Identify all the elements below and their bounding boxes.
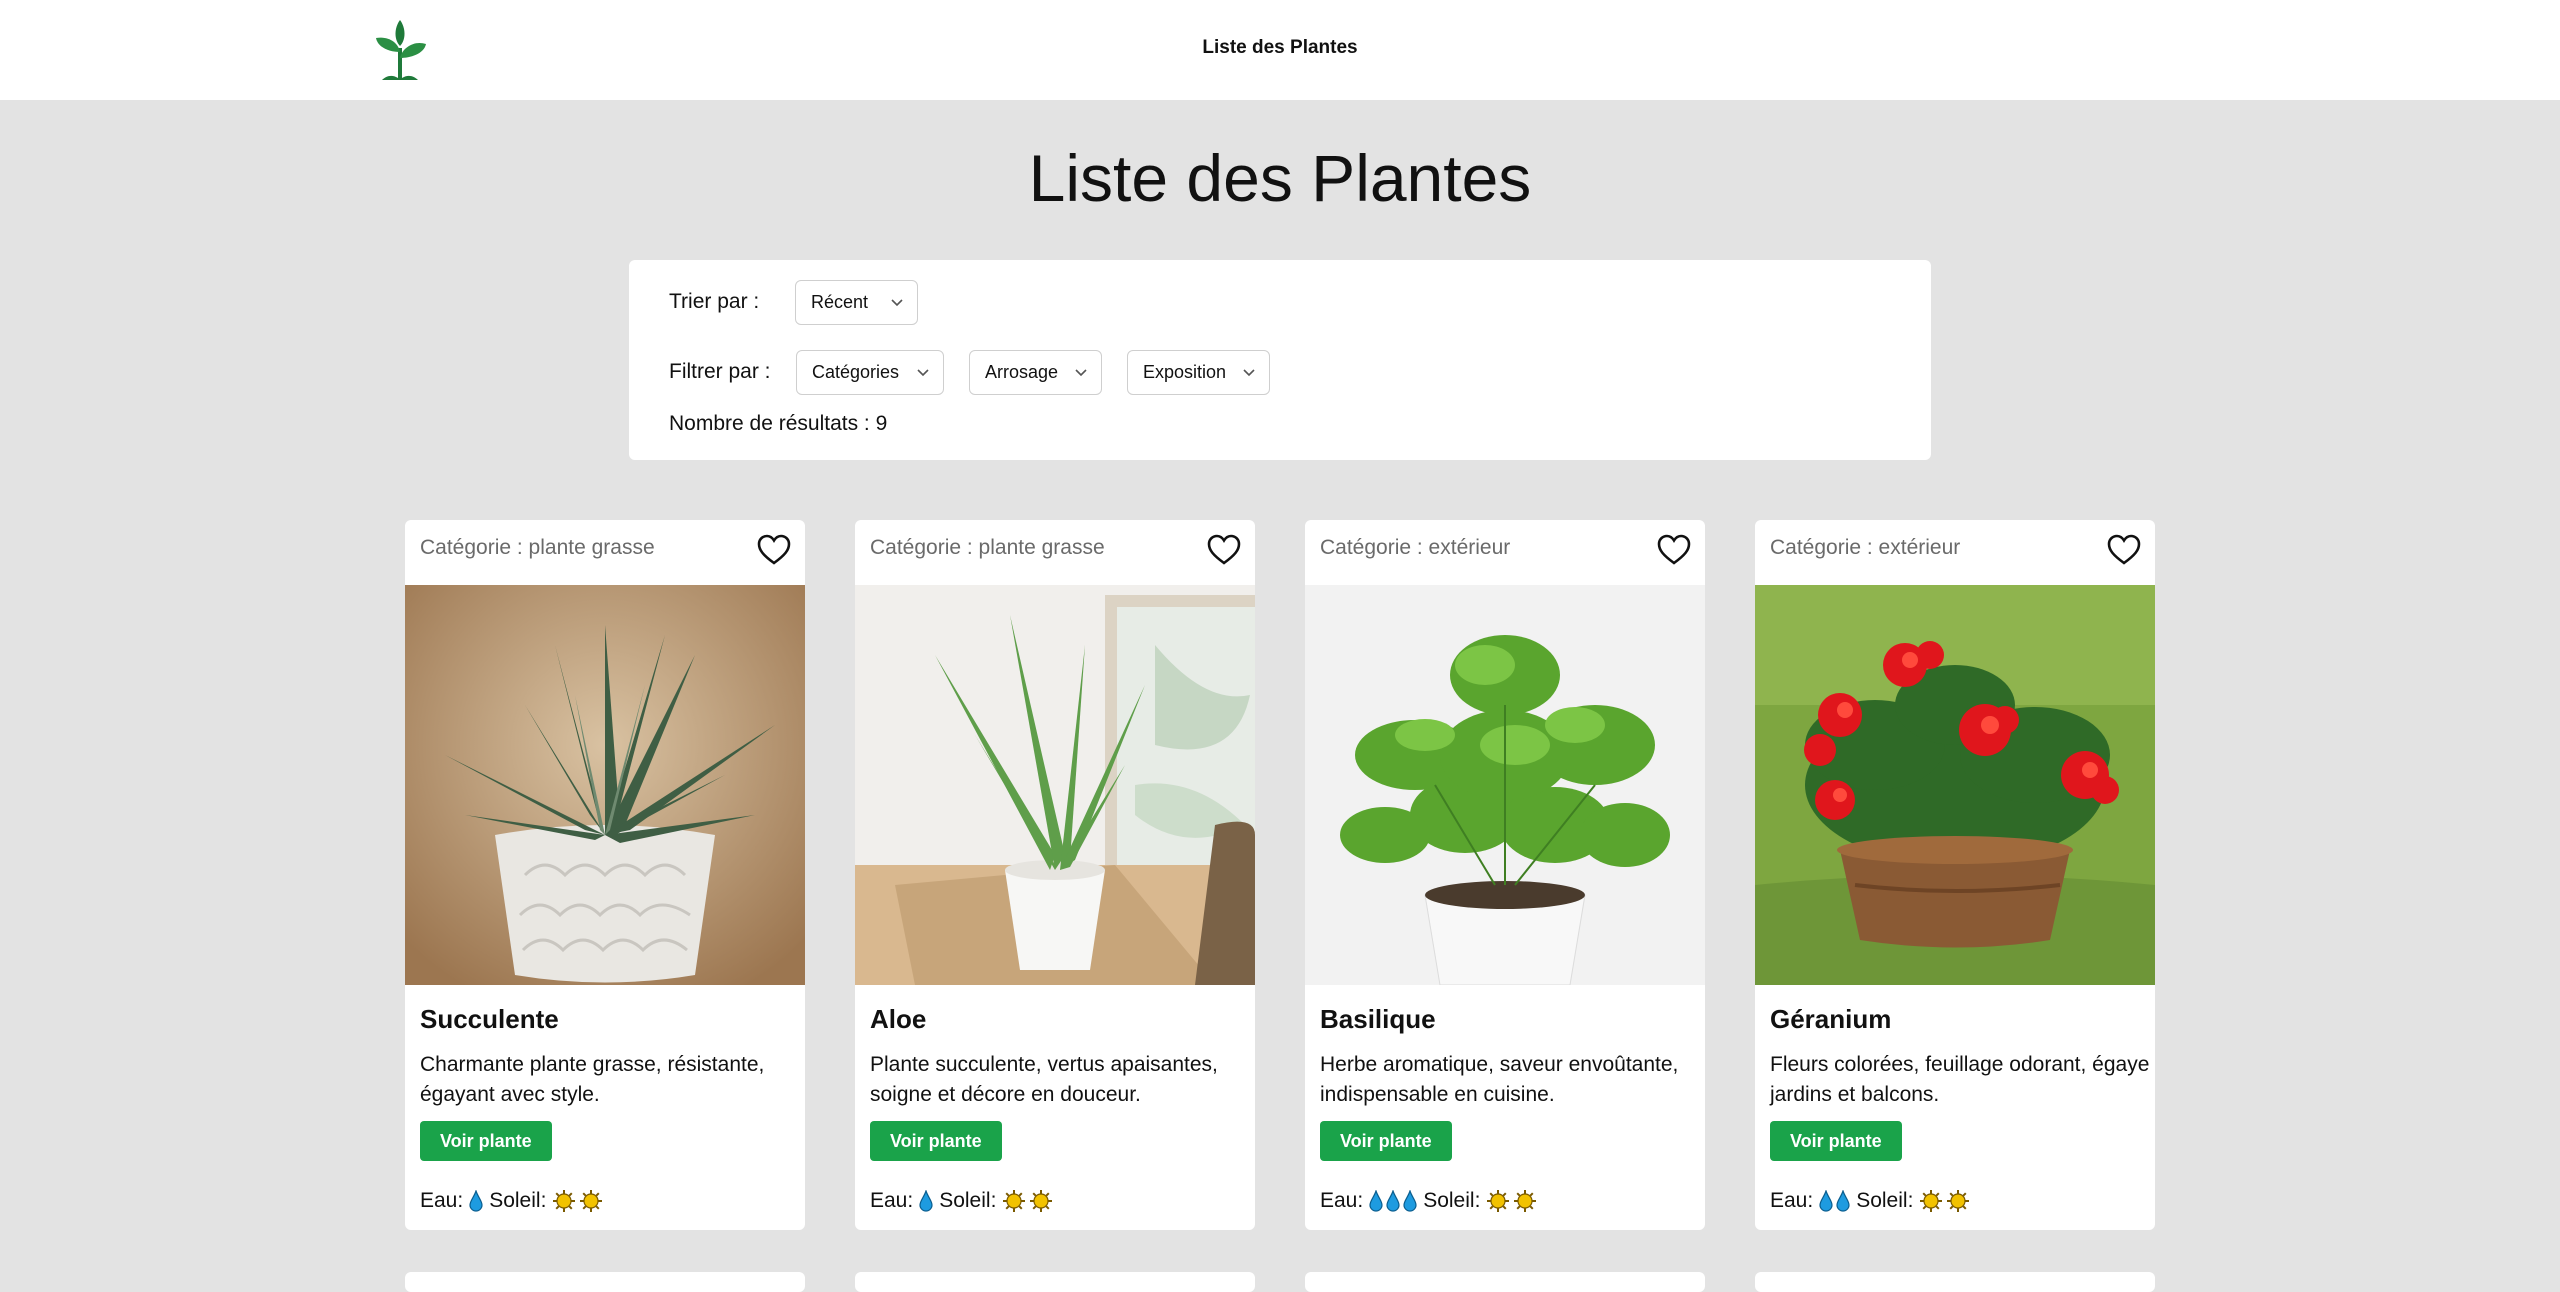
- heart-icon[interactable]: [757, 534, 791, 566]
- view-plant-button[interactable]: Voir plante: [1320, 1121, 1452, 1161]
- view-plant-button[interactable]: Voir plante: [1770, 1121, 1902, 1161]
- succulent-image: [405, 585, 805, 985]
- sun-label: Soleil:: [939, 1189, 997, 1212]
- watering-select-value: Arrosage: [985, 362, 1059, 382]
- sort-select-value: Récent: [811, 292, 869, 312]
- filter-label: Filtrer par :: [669, 360, 771, 383]
- plant-card-partial: [1755, 1272, 2155, 1292]
- care-info: Eau: Soleil:: [420, 1186, 603, 1216]
- sun-level: [1002, 1189, 1053, 1213]
- exposure-select[interactable]: Exposition: [1127, 350, 1270, 395]
- water-level: [1819, 1190, 1850, 1212]
- card-category: Catégorie : plante grasse: [870, 536, 1105, 559]
- water-drop-icon: [469, 1190, 483, 1212]
- card-category: Catégorie : plante grasse: [420, 536, 655, 559]
- card-description: Fleurs colorées, feuillage odorant, égay…: [1770, 1053, 2150, 1106]
- card-title: Succulente: [420, 1004, 559, 1034]
- water-drop-icon: [1819, 1190, 1833, 1212]
- exposure-select-value: Exposition: [1143, 362, 1227, 382]
- chevron-down-icon: [1243, 369, 1255, 377]
- water-drop-icon: [1386, 1190, 1400, 1212]
- card-category: Catégorie : extérieur: [1320, 536, 1511, 559]
- sun-icon: [1487, 1190, 1510, 1212]
- geranium-image: [1755, 585, 2155, 985]
- categories-select[interactable]: Catégories: [796, 350, 944, 395]
- card-category: Catégorie : extérieur: [1770, 536, 1961, 559]
- card-title: Basilique: [1320, 1004, 1436, 1034]
- sun-label: Soleil:: [1856, 1189, 1914, 1212]
- sort-label: Trier par :: [669, 290, 760, 313]
- water-label: Eau:: [1320, 1189, 1364, 1212]
- sun-icon: [553, 1190, 576, 1212]
- heart-icon[interactable]: [1207, 534, 1241, 566]
- card-title: Aloe: [870, 1004, 927, 1034]
- filter-panel: Trier par : Récent Filtrer par : Catégor…: [629, 260, 1931, 460]
- care-info: Eau: Soleil:: [1320, 1186, 1537, 1216]
- plant-card: Catégorie : plante grasse Succulente Cha…: [405, 520, 805, 1230]
- chevron-down-icon: [917, 369, 929, 377]
- sun-icon: [1030, 1190, 1053, 1212]
- plant-card-partial: [1305, 1272, 1705, 1292]
- heart-icon[interactable]: [2107, 534, 2141, 566]
- sun-icon: [1920, 1190, 1943, 1212]
- water-label: Eau:: [420, 1189, 464, 1212]
- sun-level: [552, 1189, 603, 1213]
- water-drop-icon: [1403, 1190, 1417, 1212]
- results-count: Nombre de résultats : 9: [669, 412, 888, 435]
- view-plant-button[interactable]: Voir plante: [870, 1121, 1002, 1161]
- water-drop-icon: [919, 1190, 933, 1212]
- water-label: Eau:: [1770, 1189, 1814, 1212]
- sun-level: [1486, 1189, 1537, 1213]
- card-description: Charmante plante grasse, résistante, éga…: [420, 1053, 765, 1106]
- sun-icon: [1514, 1190, 1537, 1212]
- water-label: Eau:: [870, 1189, 914, 1212]
- aloe-image: [855, 585, 1255, 985]
- nav-link-plant-list[interactable]: Liste des Plantes: [0, 37, 2560, 59]
- sun-label: Soleil:: [489, 1189, 547, 1212]
- sun-label: Soleil:: [1423, 1189, 1481, 1212]
- chevron-down-icon: [891, 299, 903, 307]
- plant-card-partial: [855, 1272, 1255, 1292]
- plant-card: Catégorie : extérieur Géranium Fleurs co…: [1755, 520, 2155, 1230]
- plant-card: Catégorie : plante grasse Aloe Plante su…: [855, 520, 1255, 1230]
- care-info: Eau: Soleil:: [870, 1186, 1053, 1216]
- plant-card: Catégorie : extérieur Basilique Herbe ar…: [1305, 520, 1705, 1230]
- card-description: Herbe aromatique, saveur envoûtante, ind…: [1320, 1053, 1679, 1106]
- basil-image: [1305, 585, 1705, 985]
- water-drop-icon: [1836, 1190, 1850, 1212]
- page-title: Liste des Plantes: [1028, 141, 1532, 215]
- sun-icon: [1947, 1190, 1970, 1212]
- water-level: [1369, 1190, 1417, 1212]
- sun-icon: [1003, 1190, 1026, 1212]
- plant-card-partial: [405, 1272, 805, 1292]
- sun-level: [1919, 1189, 1970, 1213]
- sun-icon: [580, 1190, 603, 1212]
- care-info: Eau: Soleil:: [1770, 1186, 1970, 1216]
- watering-select[interactable]: Arrosage: [969, 350, 1102, 395]
- card-title: Géranium: [1770, 1004, 1892, 1034]
- chevron-down-icon: [1075, 369, 1087, 377]
- categories-select-value: Catégories: [812, 362, 900, 382]
- water-level: [919, 1190, 933, 1212]
- water-level: [469, 1190, 483, 1212]
- sort-select[interactable]: Récent: [795, 280, 918, 325]
- view-plant-button[interactable]: Voir plante: [420, 1121, 552, 1161]
- navbar: Liste des Plantes: [0, 0, 2560, 100]
- water-drop-icon: [1369, 1190, 1383, 1212]
- heart-icon[interactable]: [1657, 534, 1691, 566]
- card-description: Plante succulente, vertus apaisantes, so…: [870, 1053, 1218, 1106]
